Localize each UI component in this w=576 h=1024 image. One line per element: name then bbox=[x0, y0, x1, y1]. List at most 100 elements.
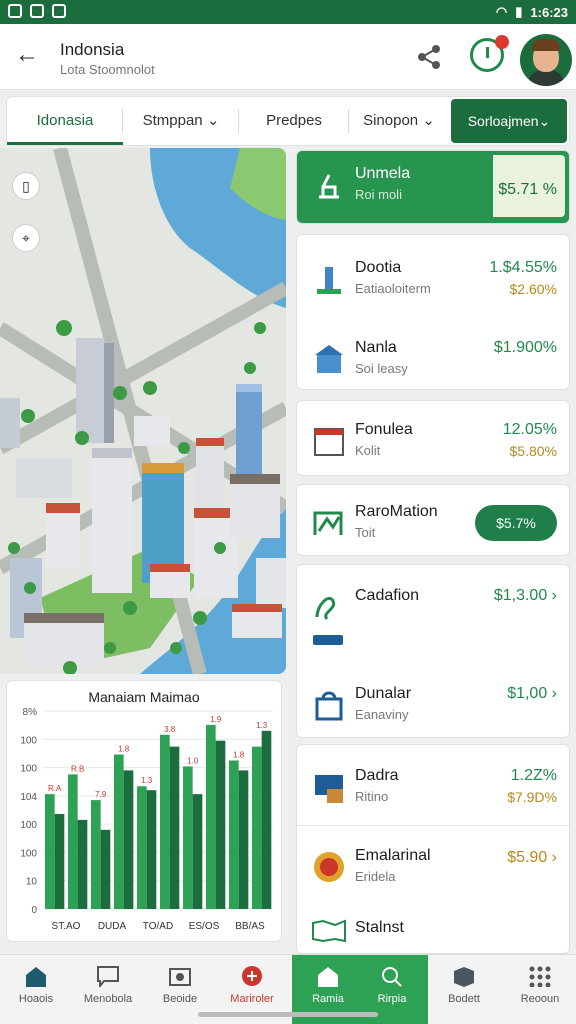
page-subtitle: Lota Stoomnolot bbox=[60, 62, 155, 77]
value-pill-button[interactable]: $5.7% bbox=[475, 505, 557, 541]
item-subtitle: Toit bbox=[355, 525, 376, 540]
group-card: Dadra Ritino 1.2Z% $7.9D% Emalarinal Eri… bbox=[296, 744, 571, 954]
item-subtitle: Eanaviny bbox=[355, 707, 409, 722]
city-map[interactable]: ▯ ⌖ bbox=[0, 148, 286, 674]
avatar[interactable] bbox=[520, 34, 572, 86]
x-tick-label: ES/OS bbox=[189, 921, 220, 932]
item-name: Cadafion bbox=[355, 587, 420, 604]
item-value: 1.$4.55% bbox=[489, 259, 557, 276]
data-label: R.A bbox=[48, 784, 62, 793]
data-label: 1.8 bbox=[233, 751, 245, 760]
chart-bar bbox=[100, 829, 111, 909]
item-name: Nanla bbox=[355, 339, 397, 356]
item-value: $5.71 % bbox=[498, 181, 557, 198]
home-icon bbox=[26, 967, 46, 987]
data-label: 1.8 bbox=[118, 745, 130, 754]
chart-bar bbox=[54, 813, 65, 909]
box-icon bbox=[454, 967, 474, 987]
item-name: Dadra bbox=[355, 767, 399, 784]
nav-box[interactable]: Bodett bbox=[428, 955, 500, 1024]
nav-messages[interactable]: Menobola bbox=[72, 955, 144, 1024]
chart-line-icon bbox=[313, 511, 343, 535]
data-label: 3.8 bbox=[164, 725, 176, 734]
chat-icon bbox=[97, 966, 119, 987]
x-tick-label: BB/AS bbox=[235, 921, 265, 932]
y-tick-label: 100 bbox=[20, 735, 37, 746]
list-item[interactable]: Dadra Ritino 1.2Z% $7.9D% bbox=[297, 759, 571, 819]
featured-item[interactable]: Unmela Roi moli $5.71 % bbox=[296, 150, 570, 224]
tab-idonasia[interactable]: Idonasia bbox=[7, 97, 123, 145]
x-tick-label: TO/AD bbox=[143, 921, 173, 932]
link-icon bbox=[315, 596, 336, 621]
item-name: Dootia bbox=[355, 259, 402, 276]
app-icon bbox=[52, 4, 66, 18]
chair-icon bbox=[319, 174, 339, 199]
timer-icon[interactable] bbox=[470, 35, 509, 72]
item-subtitle: Eatiaoloiterm bbox=[355, 281, 431, 296]
item-value-secondary: $5.80% bbox=[509, 443, 557, 459]
alert-icon bbox=[242, 966, 262, 986]
map-locate-icon[interactable]: ⌖ bbox=[12, 224, 40, 252]
list-item[interactable]: Cadafion $1,3.00 › bbox=[297, 579, 571, 639]
map-layer-icon[interactable]: ▯ bbox=[12, 172, 40, 200]
gallery-icon bbox=[30, 4, 44, 18]
chart-bar bbox=[123, 770, 134, 909]
list-item[interactable]: Dootia Eatiaoloiterm 1.$4.55% $2.60% bbox=[297, 251, 571, 311]
chart-bar bbox=[77, 819, 88, 909]
item-value: $5.90 › bbox=[507, 849, 557, 866]
chart-bar bbox=[229, 760, 239, 909]
list-item[interactable]: Fonulea Kolit 12.05% $5.80% bbox=[297, 413, 571, 473]
y-tick-label: 100 bbox=[20, 848, 37, 859]
list-item[interactable]: Emalarinal Eridela $5.90 › bbox=[297, 839, 571, 899]
home-indicator bbox=[198, 1012, 378, 1017]
bar-chart-card: Manaiam Maimao 8% 100 100 104 100 100 10 0 R.A R.… bbox=[6, 680, 282, 942]
clock: 1:6:23 bbox=[530, 4, 568, 20]
data-label: 7.9 bbox=[95, 790, 107, 799]
tab-stmppan[interactable]: Stmppan ⌄ bbox=[123, 97, 239, 145]
data-label: R.B bbox=[71, 764, 84, 773]
chart-bar bbox=[261, 730, 272, 909]
y-tick-label: 0 bbox=[31, 905, 37, 916]
item-name: Unmela bbox=[355, 165, 411, 182]
chart-bar bbox=[137, 786, 147, 909]
notification-badge bbox=[495, 35, 509, 49]
chart-bar bbox=[252, 746, 262, 909]
back-arrow-icon[interactable]: ← bbox=[12, 40, 42, 70]
chart-bar bbox=[192, 794, 203, 909]
chart-bar bbox=[45, 794, 55, 909]
y-tick-label: 100 bbox=[20, 764, 37, 775]
chart-bar bbox=[114, 754, 124, 909]
item-name: Fonulea bbox=[355, 421, 413, 438]
share-icon[interactable] bbox=[414, 42, 444, 72]
nav-home[interactable]: Hoaois bbox=[0, 955, 72, 1024]
tab-sinopon[interactable]: Sinopon ⌄ bbox=[349, 97, 449, 145]
list-item[interactable]: Dunalar Eanaviny $1,00 › bbox=[297, 677, 571, 737]
x-tick-label: ST.AO bbox=[52, 921, 81, 932]
group-card: Dootia Eatiaoloiterm 1.$4.55% $2.60% Nan… bbox=[296, 234, 570, 390]
chart-bar bbox=[183, 766, 193, 909]
tab-bar: Idonasia Stmppan ⌄ Predpes Sinopon ⌄ Sor… bbox=[6, 96, 570, 146]
list-item[interactable]: Nanla Soi leasy $1.900% bbox=[297, 331, 571, 391]
grid-icon bbox=[529, 966, 551, 987]
tab-predpes[interactable]: Predpes bbox=[239, 97, 349, 145]
bag-icon bbox=[315, 691, 343, 721]
y-tick-label: 104 bbox=[20, 792, 37, 803]
tag-icon bbox=[313, 635, 343, 645]
building-icon bbox=[315, 345, 343, 373]
x-tick-label: DUDA bbox=[98, 921, 127, 932]
dropdown-button[interactable]: Sorloajmen⌄ bbox=[451, 99, 567, 143]
item-value: $1,3.00 › bbox=[493, 587, 557, 604]
nav-more[interactable]: Reooun bbox=[504, 955, 576, 1024]
item-value: 1.2Z% bbox=[510, 767, 557, 784]
app-header: ← Indonsia Lota Stoomnolot bbox=[0, 24, 576, 90]
item-subtitle: Roi moli bbox=[355, 187, 402, 202]
chart-bar bbox=[206, 724, 216, 909]
group-card: Fonulea Kolit 12.05% $5.80% bbox=[296, 400, 570, 476]
camera-icon bbox=[169, 968, 191, 986]
home-icon bbox=[318, 967, 338, 987]
item-value: $1.900% bbox=[493, 339, 557, 356]
item-subtitle: Eridela bbox=[355, 869, 396, 884]
status-bar: ◠ ▮ 1:6:23 bbox=[0, 0, 576, 24]
laptop-icon bbox=[315, 775, 343, 803]
item-value: 12.05% bbox=[502, 421, 557, 438]
